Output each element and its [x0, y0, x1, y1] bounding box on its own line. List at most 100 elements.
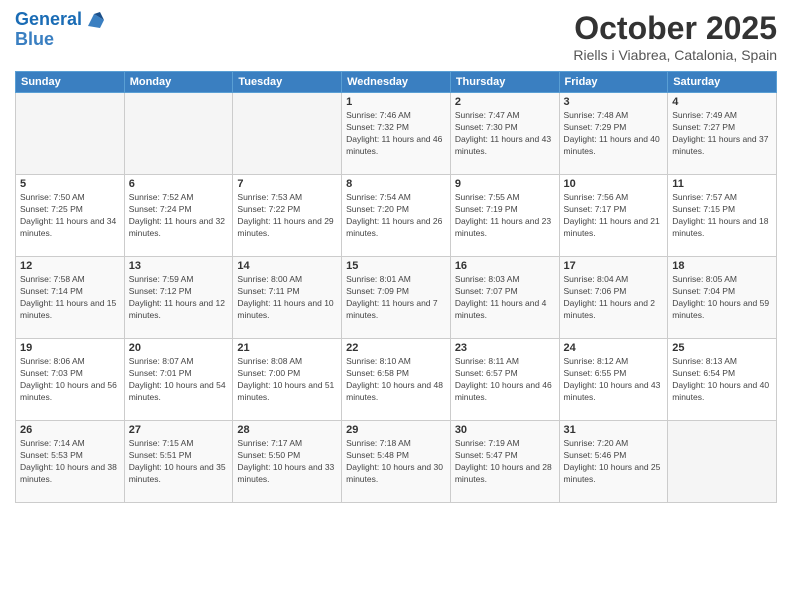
- day-number: 31: [564, 424, 664, 436]
- weekday-header-thursday: Thursday: [450, 72, 559, 93]
- week-row-0: 1 Sunrise: 7:46 AMSunset: 7:32 PMDaylight…: [16, 93, 777, 175]
- day-number: 5: [20, 178, 120, 190]
- day-info: Sunrise: 7:49 AMSunset: 7:27 PMDaylight:…: [672, 110, 772, 158]
- day-info: Sunrise: 7:47 AMSunset: 7:30 PMDaylight:…: [455, 110, 555, 158]
- day-number: 17: [564, 260, 664, 272]
- day-cell: 20 Sunrise: 8:07 AMSunset: 7:01 PMDayligh…: [124, 339, 233, 421]
- title-block: October 2025 Riells i Viabrea, Catalonia…: [573, 10, 777, 63]
- week-row-1: 5 Sunrise: 7:50 AMSunset: 7:25 PMDaylight…: [16, 175, 777, 257]
- day-number: 23: [455, 342, 555, 354]
- day-cell: 22Sunrise: 8:10 AMSunset: 6:58 PMDayligh…: [342, 339, 451, 421]
- day-info: Sunrise: 7:14 AMSunset: 5:53 PMDaylight:…: [20, 438, 120, 486]
- day-number: 16: [455, 260, 555, 272]
- day-cell: [233, 93, 342, 175]
- day-info: Sunrise: 7:48 AMSunset: 7:29 PMDaylight:…: [564, 110, 664, 158]
- day-info: Sunrise: 8:04 AMSunset: 7:06 PMDaylight:…: [564, 274, 664, 322]
- day-cell: [16, 93, 125, 175]
- day-cell: 26 Sunrise: 7:14 AMSunset: 5:53 PMDayligh…: [16, 421, 125, 503]
- day-cell: 7Sunrise: 7:53 AMSunset: 7:22 PMDaylight…: [233, 175, 342, 257]
- day-number: 19: [20, 342, 120, 354]
- day-number: 22: [346, 342, 446, 354]
- day-number: 8: [346, 178, 446, 190]
- weekday-header-monday: Monday: [124, 72, 233, 93]
- day-number: 20: [129, 342, 229, 354]
- day-info: Sunrise: 7:55 AMSunset: 7:19 PMDaylight:…: [455, 192, 555, 240]
- day-cell: [668, 421, 777, 503]
- day-info: Sunrise: 8:13 AMSunset: 6:54 PMDaylight:…: [672, 356, 772, 404]
- location-title: Riells i Viabrea, Catalonia, Spain: [573, 47, 777, 63]
- day-info: Sunrise: 8:01 AMSunset: 7:09 PMDaylight:…: [346, 274, 446, 322]
- page: General Blue October 2025 Riells i Viabr…: [0, 0, 792, 612]
- day-info: Sunrise: 8:11 AMSunset: 6:57 PMDaylight:…: [455, 356, 555, 404]
- day-info: Sunrise: 7:17 AMSunset: 5:50 PMDaylight:…: [237, 438, 337, 486]
- logo-icon: [84, 10, 104, 30]
- day-info: Sunrise: 8:00 AMSunset: 7:11 PMDaylight:…: [237, 274, 337, 322]
- day-info: Sunrise: 7:20 AMSunset: 5:46 PMDaylight:…: [564, 438, 664, 486]
- day-info: Sunrise: 8:07 AMSunset: 7:01 PMDaylight:…: [129, 356, 229, 404]
- day-number: 18: [672, 260, 772, 272]
- day-cell: 21 Sunrise: 8:08 AMSunset: 7:00 PMDayligh…: [233, 339, 342, 421]
- day-info: Sunrise: 7:18 AMSunset: 5:48 PMDaylight:…: [346, 438, 446, 486]
- week-row-4: 26 Sunrise: 7:14 AMSunset: 5:53 PMDayligh…: [16, 421, 777, 503]
- day-info: Sunrise: 7:50 AMSunset: 7:25 PMDaylight:…: [20, 192, 120, 240]
- logo-blue: Blue: [15, 30, 104, 50]
- day-info: Sunrise: 8:08 AMSunset: 7:00 PMDaylight:…: [237, 356, 337, 404]
- day-number: 26: [20, 424, 120, 436]
- day-cell: 15 Sunrise: 8:01 AMSunset: 7:09 PMDayligh…: [342, 257, 451, 339]
- day-cell: 11 Sunrise: 7:57 AMSunset: 7:15 PMDayligh…: [668, 175, 777, 257]
- weekday-header-row: SundayMondayTuesdayWednesdayThursdayFrid…: [16, 72, 777, 93]
- day-cell: 30 Sunrise: 7:19 AMSunset: 5:47 PMDayligh…: [450, 421, 559, 503]
- day-cell: 1 Sunrise: 7:46 AMSunset: 7:32 PMDaylight…: [342, 93, 451, 175]
- day-number: 10: [564, 178, 664, 190]
- day-info: Sunrise: 7:54 AMSunset: 7:20 PMDaylight:…: [346, 192, 446, 240]
- day-cell: 9Sunrise: 7:55 AMSunset: 7:19 PMDaylight…: [450, 175, 559, 257]
- day-cell: 23 Sunrise: 8:11 AMSunset: 6:57 PMDayligh…: [450, 339, 559, 421]
- day-cell: 10 Sunrise: 7:56 AMSunset: 7:17 PMDayligh…: [559, 175, 668, 257]
- day-cell: 17 Sunrise: 8:04 AMSunset: 7:06 PMDayligh…: [559, 257, 668, 339]
- day-cell: [124, 93, 233, 175]
- day-info: Sunrise: 7:56 AMSunset: 7:17 PMDaylight:…: [564, 192, 664, 240]
- day-cell: 3Sunrise: 7:48 AMSunset: 7:29 PMDaylight…: [559, 93, 668, 175]
- day-info: Sunrise: 7:57 AMSunset: 7:15 PMDaylight:…: [672, 192, 772, 240]
- day-cell: 27 Sunrise: 7:15 AMSunset: 5:51 PMDayligh…: [124, 421, 233, 503]
- day-number: 24: [564, 342, 664, 354]
- day-cell: 31 Sunrise: 7:20 AMSunset: 5:46 PMDayligh…: [559, 421, 668, 503]
- header: General Blue October 2025 Riells i Viabr…: [15, 10, 777, 63]
- weekday-header-saturday: Saturday: [668, 72, 777, 93]
- day-info: Sunrise: 8:06 AMSunset: 7:03 PMDaylight:…: [20, 356, 120, 404]
- day-cell: 16Sunrise: 8:03 AMSunset: 7:07 PMDayligh…: [450, 257, 559, 339]
- day-info: Sunrise: 7:46 AMSunset: 7:32 PMDaylight:…: [346, 110, 446, 158]
- day-cell: 28Sunrise: 7:17 AMSunset: 5:50 PMDayligh…: [233, 421, 342, 503]
- day-number: 6: [129, 178, 229, 190]
- day-number: 1: [346, 96, 446, 108]
- day-info: Sunrise: 8:05 AMSunset: 7:04 PMDaylight:…: [672, 274, 772, 322]
- day-number: 30: [455, 424, 555, 436]
- day-info: Sunrise: 7:59 AMSunset: 7:12 PMDaylight:…: [129, 274, 229, 322]
- day-number: 21: [237, 342, 337, 354]
- day-number: 12: [20, 260, 120, 272]
- day-cell: 12 Sunrise: 7:58 AMSunset: 7:14 PMDayligh…: [16, 257, 125, 339]
- day-cell: 8 Sunrise: 7:54 AMSunset: 7:20 PMDaylight…: [342, 175, 451, 257]
- weekday-header-wednesday: Wednesday: [342, 72, 451, 93]
- day-number: 11: [672, 178, 772, 190]
- logo-text: General: [15, 10, 82, 30]
- day-number: 15: [346, 260, 446, 272]
- day-info: Sunrise: 7:58 AMSunset: 7:14 PMDaylight:…: [20, 274, 120, 322]
- day-info: Sunrise: 7:15 AMSunset: 5:51 PMDaylight:…: [129, 438, 229, 486]
- day-number: 13: [129, 260, 229, 272]
- day-cell: 5 Sunrise: 7:50 AMSunset: 7:25 PMDaylight…: [16, 175, 125, 257]
- weekday-header-sunday: Sunday: [16, 72, 125, 93]
- day-number: 27: [129, 424, 229, 436]
- day-info: Sunrise: 8:12 AMSunset: 6:55 PMDaylight:…: [564, 356, 664, 404]
- week-row-2: 12 Sunrise: 7:58 AMSunset: 7:14 PMDayligh…: [16, 257, 777, 339]
- day-cell: 4 Sunrise: 7:49 AMSunset: 7:27 PMDaylight…: [668, 93, 777, 175]
- day-cell: 18 Sunrise: 8:05 AMSunset: 7:04 PMDayligh…: [668, 257, 777, 339]
- day-cell: 13 Sunrise: 7:59 AMSunset: 7:12 PMDayligh…: [124, 257, 233, 339]
- weekday-header-friday: Friday: [559, 72, 668, 93]
- day-number: 14: [237, 260, 337, 272]
- day-number: 7: [237, 178, 337, 190]
- day-info: Sunrise: 7:19 AMSunset: 5:47 PMDaylight:…: [455, 438, 555, 486]
- day-cell: 19 Sunrise: 8:06 AMSunset: 7:03 PMDayligh…: [16, 339, 125, 421]
- day-number: 4: [672, 96, 772, 108]
- day-cell: 6Sunrise: 7:52 AMSunset: 7:24 PMDaylight…: [124, 175, 233, 257]
